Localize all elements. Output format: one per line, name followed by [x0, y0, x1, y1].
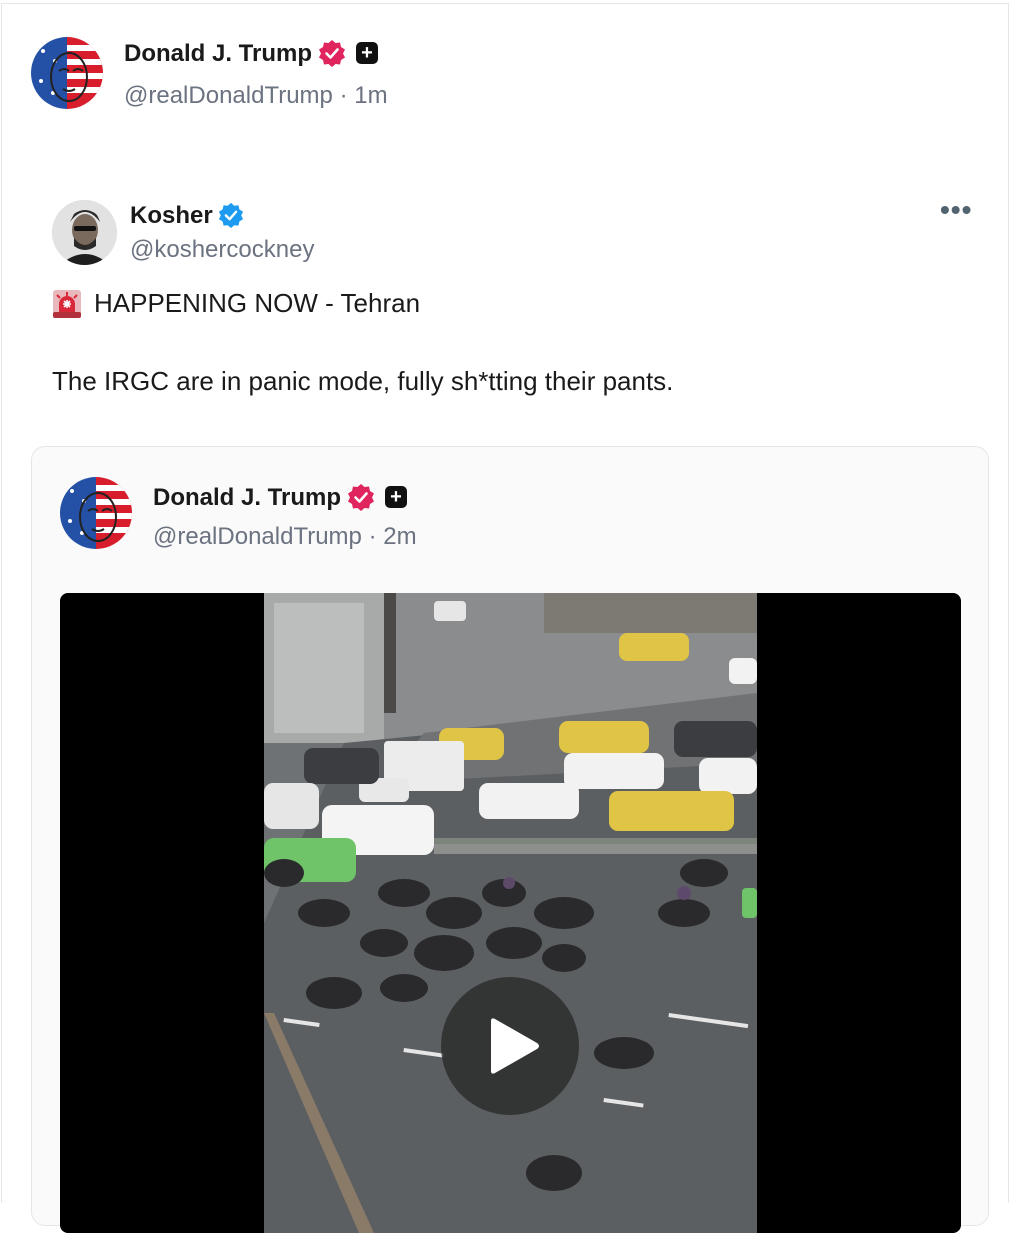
verified-badge-icon — [348, 484, 374, 511]
headline-line: HAPPENING NOW - Tehran — [52, 288, 420, 319]
quoted-author-handle[interactable]: @koshercockney — [130, 236, 314, 264]
rotating-light-icon — [53, 289, 81, 318]
separator-dot: · — [368, 523, 384, 550]
nested-author-handle: @realDonaldTrump — [153, 523, 362, 550]
play-icon — [491, 1018, 539, 1074]
author-name[interactable]: Donald J. Trump — [124, 40, 312, 68]
plus-badge-icon: + — [356, 42, 378, 64]
author-handle: @realDonaldTrump — [124, 82, 333, 109]
verified-badge-icon — [218, 202, 244, 228]
post-time: 1m — [354, 82, 388, 109]
kosher-avatar[interactable] — [52, 200, 117, 265]
quoted-author-name[interactable]: Kosher — [130, 202, 213, 230]
play-button[interactable] — [441, 977, 579, 1115]
plus-badge-icon: + — [385, 486, 407, 508]
nested-author-name[interactable]: Donald J. Trump — [153, 484, 341, 512]
nested-author-handle-time[interactable]: @realDonaldTrump · 2m — [153, 523, 417, 551]
video-player[interactable] — [60, 593, 961, 1233]
nested-post-time: 2m — [383, 523, 417, 550]
more-options-icon[interactable]: ••• — [940, 196, 972, 224]
separator-dot: · — [339, 82, 355, 109]
trump-avatar[interactable] — [31, 37, 103, 109]
author-handle-time[interactable]: @realDonaldTrump · 1m — [124, 82, 388, 110]
headline-text: HAPPENING NOW - Tehran — [94, 288, 421, 318]
verified-badge-icon — [319, 40, 345, 67]
video-thumbnail — [264, 593, 757, 1233]
nested-trump-avatar[interactable] — [60, 477, 132, 549]
post-body-text: The IRGC are in panic mode, fully sh*tti… — [52, 366, 674, 396]
